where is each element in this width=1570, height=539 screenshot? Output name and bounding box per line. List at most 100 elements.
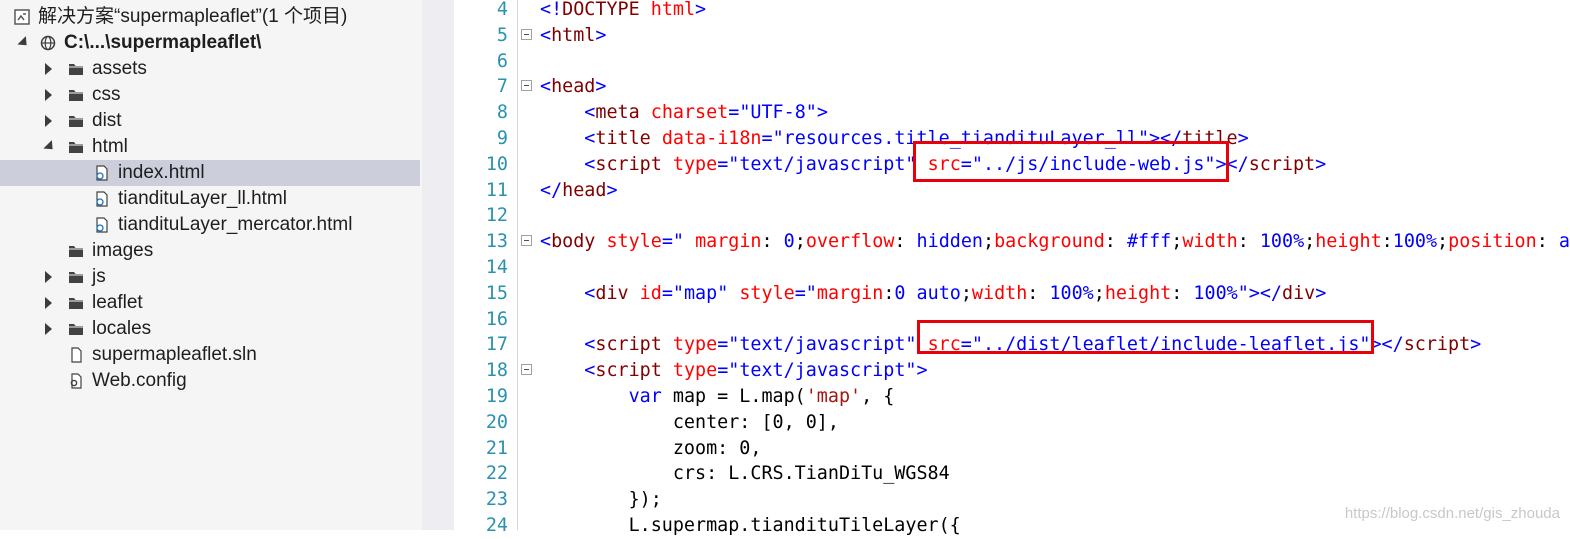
tree-item-html[interactable]: html xyxy=(0,134,420,160)
code-line[interactable]: 13 <body style=" margin: 0;overflow: hidd… xyxy=(454,229,1570,255)
tree-item-label: supermapleaflet.sln xyxy=(92,344,257,365)
code-token: height xyxy=(1315,231,1382,253)
tree-item-label: css xyxy=(92,84,121,105)
code-token: : xyxy=(883,282,895,304)
collapsed-arrow-icon[interactable] xyxy=(42,316,54,342)
line-number: 10 xyxy=(485,153,508,175)
code-line[interactable]: 8 <meta charset="UTF-8"> xyxy=(454,100,1570,126)
tree-item-leaflet[interactable]: leaflet xyxy=(0,290,420,316)
solution-explorer: 解决方案“supermapleaflet”(1 个项目) C:\...\supe… xyxy=(0,0,422,530)
code-token: div xyxy=(1282,282,1316,304)
code-token: html xyxy=(650,0,696,20)
code-token: ; xyxy=(794,231,806,253)
tree-item-label: html xyxy=(92,136,128,157)
code-line[interactable]: 20 center: [0, 0], xyxy=(454,410,1570,436)
code-line[interactable]: 18 <script type="text/javascript"> xyxy=(454,358,1570,384)
code-token: style xyxy=(606,231,662,253)
tree-item-tianditulayer-mercator-html[interactable]: tiandituLayer_mercator.html xyxy=(0,212,420,238)
tree-item-index-html[interactable]: index.html xyxy=(0,160,420,186)
code-token: ; xyxy=(1304,231,1316,253)
code-token: > xyxy=(1315,282,1327,304)
solution-label: 解决方案“supermapleaflet”(1 个项目) xyxy=(38,6,348,27)
expanded-arrow-icon[interactable] xyxy=(42,134,57,160)
solution-node[interactable]: 解决方案“supermapleaflet”(1 个项目) xyxy=(0,4,420,30)
collapsed-arrow-icon[interactable] xyxy=(42,108,54,134)
code-line[interactable]: 22 crs: L.CRS.TianDiTu_WGS84 xyxy=(454,461,1570,487)
line-number: 14 xyxy=(485,257,508,278)
code-text: L.supermap.tiandituTileLayer({ xyxy=(540,513,961,539)
tree-item-label: tiandituLayer_mercator.html xyxy=(118,214,353,235)
code-token: script xyxy=(1248,153,1316,175)
tree-item-label: leaflet xyxy=(92,292,143,313)
tree-item-web-config[interactable]: Web.config xyxy=(0,368,420,394)
code-line[interactable]: 14 xyxy=(454,255,1570,281)
code-line[interactable]: 19 var map = L.map('map', { xyxy=(454,384,1570,410)
code-text: </head> xyxy=(540,178,618,204)
collapsed-arrow-icon[interactable] xyxy=(42,290,54,316)
collapse-toggle-icon[interactable] xyxy=(521,364,532,376)
code-token: = xyxy=(717,153,729,175)
expanded-arrow-icon[interactable] xyxy=(16,30,31,56)
line-number: 20 xyxy=(485,411,508,433)
code-text: var map = L.map('map', { xyxy=(540,384,895,410)
code-token: < xyxy=(540,24,552,46)
collapsed-arrow-icon[interactable] xyxy=(42,82,54,108)
code-token: = xyxy=(717,334,729,356)
code-token: = xyxy=(661,282,673,304)
tree-item-locales[interactable]: locales xyxy=(0,316,420,342)
collapsed-arrow-icon[interactable] xyxy=(42,56,54,82)
tree-item-tianditulayer-ll-html[interactable]: tiandituLayer_ll.html xyxy=(0,186,420,212)
code-line[interactable]: 4 <!DOCTYPE html> xyxy=(454,0,1570,23)
code-token: = xyxy=(761,128,773,149)
code-line[interactable]: 7 <head> xyxy=(454,74,1570,100)
code-line[interactable]: 15 <div id="map" style="margin:0 auto;wi… xyxy=(454,281,1570,307)
tree-item-css[interactable]: css xyxy=(0,82,420,108)
collapse-toggle-icon[interactable] xyxy=(521,80,532,92)
code-token: 'map' xyxy=(805,386,862,407)
collapse-toggle-icon[interactable] xyxy=(521,235,532,247)
code-token: "map" xyxy=(672,282,729,304)
code-line[interactable]: 6 xyxy=(454,49,1570,75)
code-token: > xyxy=(1315,153,1327,175)
code-token: > xyxy=(1470,334,1482,356)
code-token: html xyxy=(551,24,596,46)
project-node[interactable]: C:\...\supermapleaflet\ xyxy=(0,30,420,56)
tree-item-js[interactable]: js xyxy=(0,264,420,290)
collapsed-arrow-icon[interactable] xyxy=(42,264,54,290)
panel-splitter[interactable] xyxy=(422,0,454,530)
code-token: > xyxy=(595,24,607,46)
code-token: height xyxy=(1104,282,1172,304)
code-editor[interactable]: 4 <!DOCTYPE html> 5 <html> 6 7 <head> 8 <meta c… xyxy=(454,0,1570,536)
tree-item-images[interactable]: images xyxy=(0,238,420,264)
tree-item-assets[interactable]: assets xyxy=(0,56,420,82)
code-token: , { xyxy=(861,386,895,407)
code-token: 100% xyxy=(1049,282,1094,304)
code-token: : xyxy=(1027,282,1050,304)
code-line[interactable]: 12 xyxy=(454,203,1570,229)
code-token: ; xyxy=(982,231,995,253)
code-line[interactable]: 5 <html> xyxy=(454,23,1570,49)
code-text: <body style=" margin: 0;overflow: hidden… xyxy=(540,229,1570,255)
collapse-toggle-icon[interactable] xyxy=(521,28,532,40)
code-token: < xyxy=(584,282,596,304)
code-token: script xyxy=(595,360,662,382)
code-line[interactable]: 21 zoom: 0, xyxy=(454,436,1570,462)
code-token: id xyxy=(639,282,662,304)
code-token: "text/javascript" xyxy=(728,360,917,382)
code-token: meta xyxy=(595,102,640,124)
code-token: type xyxy=(672,360,718,382)
code-text: crs: L.CRS.TianDiTu_WGS84 xyxy=(540,461,950,487)
tree-item-dist[interactable]: dist xyxy=(0,108,420,134)
tree-item-sln[interactable]: supermapleaflet.sln xyxy=(0,342,420,368)
code-token: =" xyxy=(794,282,817,304)
line-number: 24 xyxy=(485,515,508,536)
